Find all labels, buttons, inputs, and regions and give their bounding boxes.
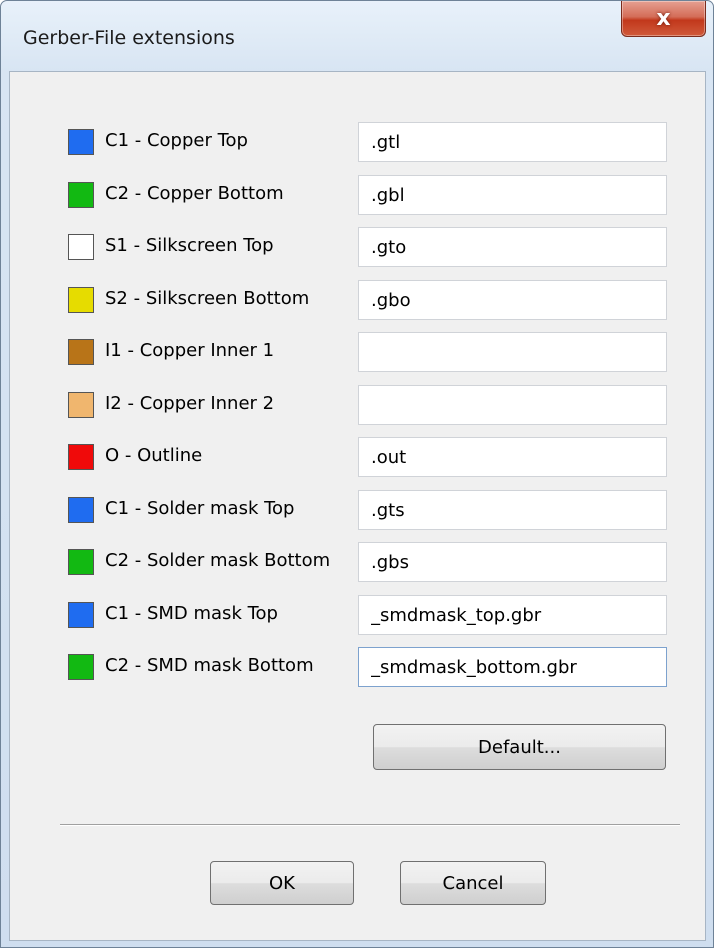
layer-label: C2 - SMD mask Bottom bbox=[105, 655, 314, 676]
layer-row: C2 - Copper Bottom bbox=[10, 175, 705, 215]
layer-row: C1 - Solder mask Top bbox=[10, 490, 705, 530]
default-button[interactable]: Default... bbox=[373, 724, 666, 770]
dialog-body: C1 - Copper Top C2 - Copper Bottom S1 - Si… bbox=[9, 71, 706, 941]
extension-input[interactable] bbox=[358, 490, 667, 530]
extension-input[interactable] bbox=[358, 542, 667, 582]
extension-input[interactable] bbox=[358, 122, 667, 162]
layer-label: I2 - Copper Inner 2 bbox=[105, 393, 275, 414]
layer-row: S2 - Silkscreen Bottom bbox=[10, 280, 705, 320]
layer-label: C1 - Copper Top bbox=[105, 130, 248, 151]
layer-color-swatch bbox=[68, 287, 94, 313]
extension-input[interactable] bbox=[358, 332, 667, 372]
layer-row: C1 - Copper Top bbox=[10, 122, 705, 162]
window-title: Gerber-File extensions bbox=[23, 27, 235, 49]
layer-row: O - Outline bbox=[10, 437, 705, 477]
separator bbox=[60, 824, 680, 826]
extension-input[interactable] bbox=[358, 227, 667, 267]
layer-color-swatch bbox=[68, 129, 94, 155]
layer-row: I2 - Copper Inner 2 bbox=[10, 385, 705, 425]
extension-input[interactable] bbox=[358, 647, 667, 687]
layer-color-swatch bbox=[68, 549, 94, 575]
layer-label: C2 - Copper Bottom bbox=[105, 183, 284, 204]
layer-color-swatch bbox=[68, 602, 94, 628]
layer-color-swatch bbox=[68, 392, 94, 418]
layer-label: C2 - Solder mask Bottom bbox=[105, 550, 331, 571]
layer-row: I1 - Copper Inner 1 bbox=[10, 332, 705, 372]
layer-color-swatch bbox=[68, 654, 94, 680]
layer-label: C1 - SMD mask Top bbox=[105, 603, 278, 624]
layer-label: C1 - Solder mask Top bbox=[105, 498, 295, 519]
layer-row: C2 - SMD mask Bottom bbox=[10, 647, 705, 687]
layer-color-swatch bbox=[68, 497, 94, 523]
dialog-window: Gerber-File extensions x C1 - Copper Top… bbox=[0, 0, 714, 948]
extension-input[interactable] bbox=[358, 595, 667, 635]
extension-input[interactable] bbox=[358, 437, 667, 477]
cancel-button[interactable]: Cancel bbox=[400, 861, 546, 905]
extension-input[interactable] bbox=[358, 385, 667, 425]
layer-row: C1 - SMD mask Top bbox=[10, 595, 705, 635]
layer-row: C2 - Solder mask Bottom bbox=[10, 542, 705, 582]
extension-input[interactable] bbox=[358, 280, 667, 320]
layer-color-swatch bbox=[68, 182, 94, 208]
close-icon: x bbox=[656, 6, 671, 31]
extension-input[interactable] bbox=[358, 175, 667, 215]
layer-label: S1 - Silkscreen Top bbox=[105, 235, 274, 256]
layer-color-swatch bbox=[68, 234, 94, 260]
layer-color-swatch bbox=[68, 444, 94, 470]
layer-row: S1 - Silkscreen Top bbox=[10, 227, 705, 267]
layer-color-swatch bbox=[68, 339, 94, 365]
layer-label: S2 - Silkscreen Bottom bbox=[105, 288, 310, 309]
layer-label: I1 - Copper Inner 1 bbox=[105, 340, 275, 361]
layer-label: O - Outline bbox=[105, 445, 203, 466]
close-button[interactable]: x bbox=[621, 1, 706, 37]
ok-button[interactable]: OK bbox=[210, 861, 354, 905]
